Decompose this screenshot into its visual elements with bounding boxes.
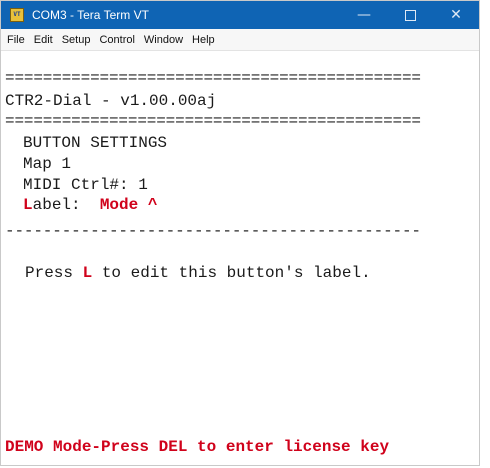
close-button[interactable]: ✕ [433, 1, 479, 29]
maximize-button[interactable] [387, 1, 433, 29]
firmware-header: CTR2-Dial - v1.00.00aj [5, 92, 217, 110]
separator-single: ----------------------------------------… [5, 222, 421, 240]
tera-term-app-icon[interactable]: VT [10, 8, 24, 22]
edit-hint-line: Press L to edit this button's label. [25, 263, 371, 283]
menu-setup[interactable]: Setup [58, 34, 96, 46]
map-line: Map 1 [23, 155, 72, 173]
label-hotkey: L [23, 196, 33, 214]
demo-mode-notice: DEMO Mode-Press DEL to enter license key [5, 438, 390, 456]
window-title: COM3 - Tera Term VT [32, 8, 149, 22]
separator-double-top: ========================================… [5, 69, 421, 87]
hint-prefix: Press [25, 264, 83, 282]
label-value: Mode ^ [99, 196, 158, 214]
menu-file[interactable]: File [3, 34, 30, 46]
separator-double-bottom: ========================================… [5, 112, 421, 130]
hint-suffix: to edit this button's label. [92, 264, 371, 282]
menu-edit[interactable]: Edit [30, 34, 58, 46]
hint-key: L [82, 264, 93, 282]
label-line: Label: Mode ^ [23, 195, 157, 215]
minimize-button[interactable]: — [341, 1, 387, 29]
midi-ctrl-line: MIDI Ctrl#: 1 [23, 176, 148, 194]
menu-help[interactable]: Help [188, 34, 220, 46]
terminal-screen[interactable]: ========================================… [5, 53, 469, 465]
menu-window[interactable]: Window [140, 34, 188, 46]
menu-control[interactable]: Control [95, 34, 139, 46]
title-bar[interactable]: VT COM3 - Tera Term VT — ✕ [1, 1, 479, 29]
label-caption: abel: [32, 196, 81, 214]
terminal-window: VT COM3 - Tera Term VT — ✕ File Edit Set… [0, 0, 480, 466]
maximize-icon [404, 9, 416, 21]
menu-bar: File Edit Setup Control Window Help [1, 29, 479, 51]
section-title: BUTTON SETTINGS [23, 134, 168, 152]
